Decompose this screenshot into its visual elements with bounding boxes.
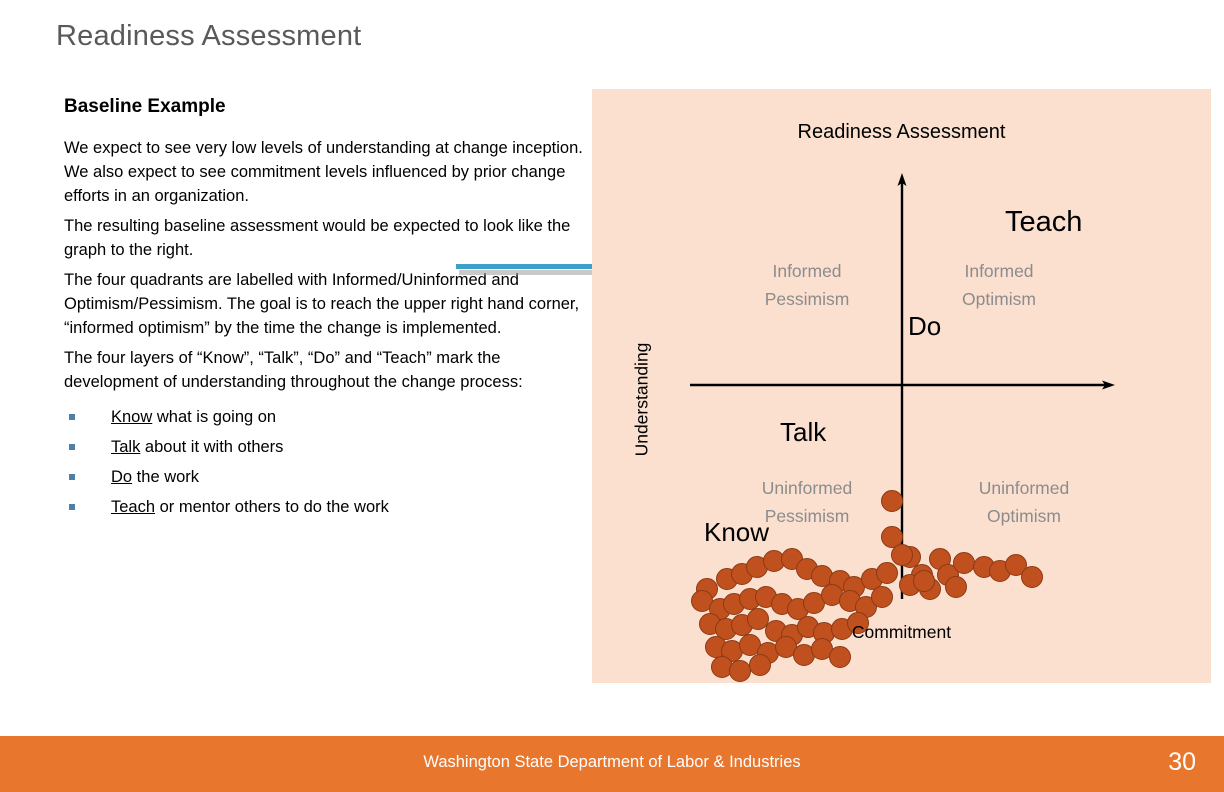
scatter-point <box>953 552 975 574</box>
bullet-rest-text: or mentor others to do the work <box>155 498 389 516</box>
x-axis-label: Commitment <box>851 622 952 642</box>
scatter-point <box>876 562 898 584</box>
bullet-lead-word: Talk <box>111 438 141 456</box>
y-axis-label: Understanding <box>631 342 652 457</box>
scatter-point <box>1021 566 1043 588</box>
bullet-square-icon <box>69 444 75 450</box>
scatter-point <box>913 570 935 592</box>
bullet-rest-text: what is going on <box>152 408 277 426</box>
paragraph-4: The four layers of “Know”, “Talk”, “Do” … <box>64 349 523 391</box>
bullet-square-icon <box>69 504 75 510</box>
bullet-rest-text: about it with others <box>140 438 284 456</box>
scatter-point <box>881 490 903 512</box>
bullet-rest-text: the work <box>132 468 200 486</box>
footer-organization-text: Washington State Department of Labor & I… <box>423 753 801 771</box>
readiness-assessment-chart: Readiness Assessment Informed Pessimism … <box>592 89 1211 683</box>
page-number: 30 <box>1168 748 1196 776</box>
paragraph-2: The resulting baseline assessment would … <box>64 217 571 259</box>
list-item: Do the work <box>64 462 594 492</box>
left-content-column: Baseline Example We expect to see very l… <box>64 96 594 522</box>
change-layers-list: Know what is going on Talk about it with… <box>64 402 594 522</box>
bullet-lead-word: Know <box>111 408 153 426</box>
scatter-points-layer <box>592 89 1211 683</box>
bullet-lead-word: Teach <box>111 498 156 516</box>
bullet-lead-word: Do <box>111 468 133 486</box>
page-title: Readiness Assessment <box>56 20 362 52</box>
scatter-point <box>749 654 771 676</box>
scatter-point <box>829 646 851 668</box>
baseline-example-heading: Baseline Example <box>64 96 226 117</box>
bullet-square-icon <box>69 474 75 480</box>
list-item: Know what is going on <box>64 402 594 432</box>
scatter-point <box>729 660 751 682</box>
scatter-point <box>945 576 967 598</box>
scatter-point <box>871 586 893 608</box>
paragraph-1: We expect to see very low levels of unde… <box>64 139 583 205</box>
footer-bar: Washington State Department of Labor & I… <box>0 736 1224 792</box>
list-item: Teach or mentor others to do the work <box>64 492 594 522</box>
bullet-square-icon <box>69 414 75 420</box>
scatter-point <box>891 544 913 566</box>
list-item: Talk about it with others <box>64 432 594 462</box>
right-arrow-icon <box>456 258 611 280</box>
